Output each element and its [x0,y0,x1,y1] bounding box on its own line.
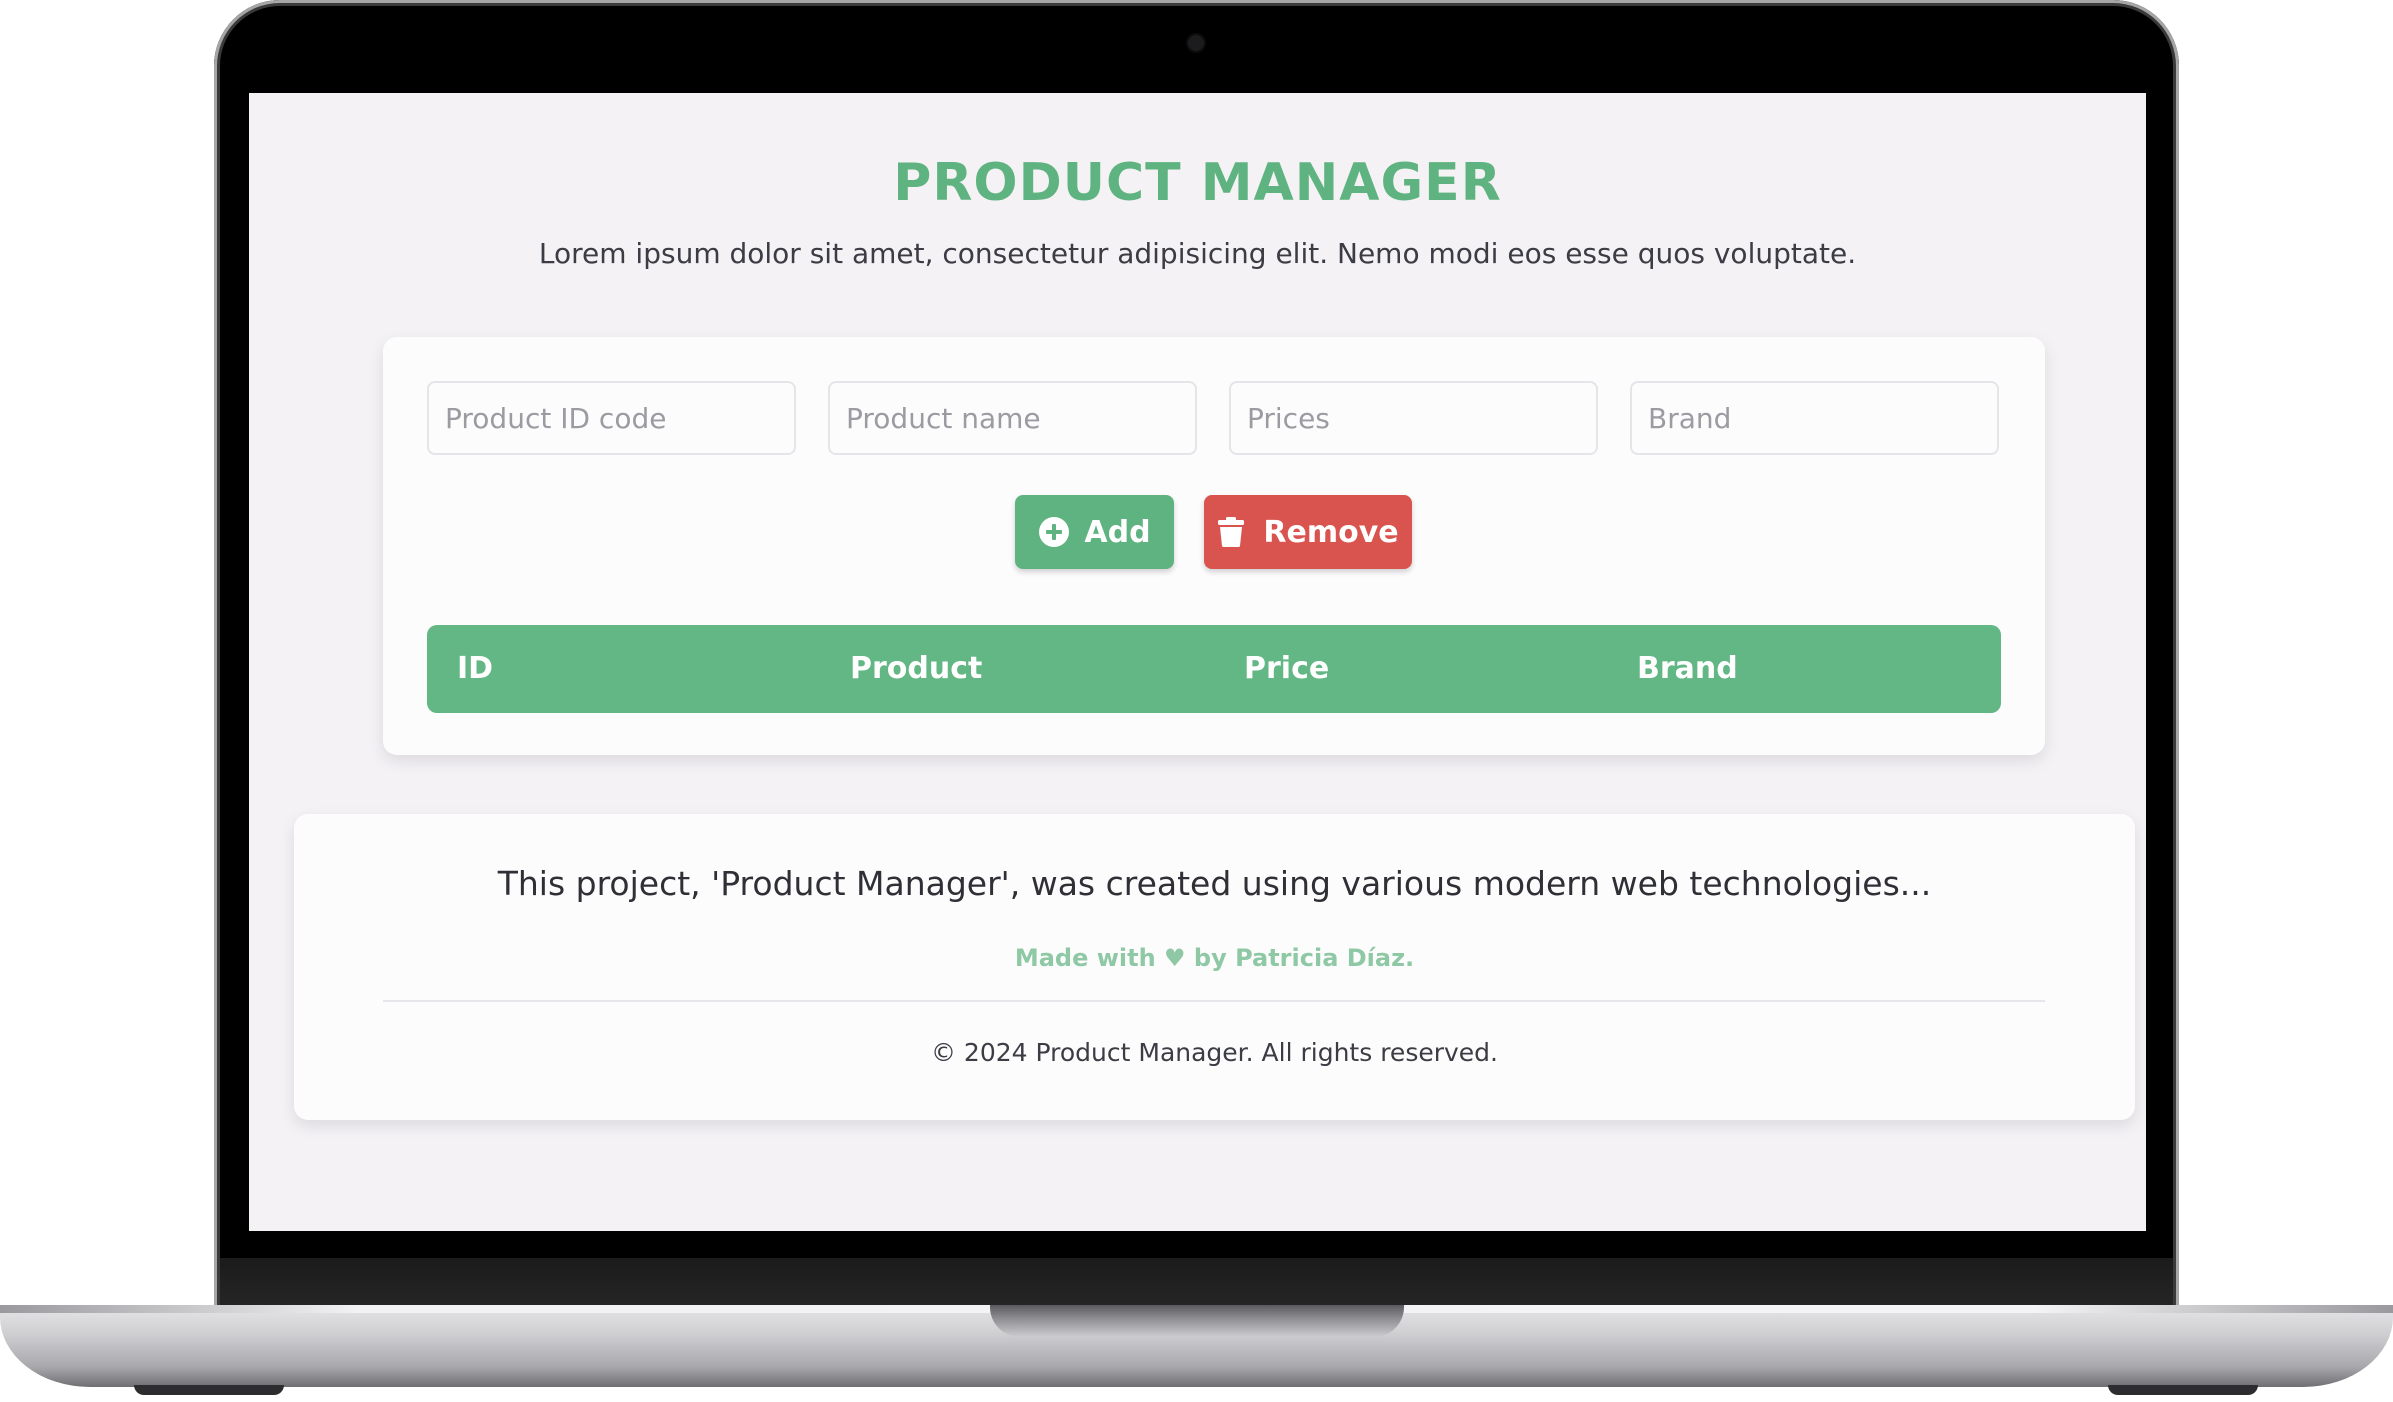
add-button[interactable]: Add [1015,495,1174,569]
author-credit: Made with ♥ by Patricia Díaz. [1014,944,1415,972]
product-name-input[interactable] [828,381,1197,455]
price-input[interactable] [1229,381,1598,455]
plus-circle-icon [1038,516,1070,548]
laptop-opening-notch [990,1305,1404,1337]
product-form-card: Add Remove ID Product Price Brand [383,337,2045,755]
product-table-header: ID Product Price Brand [427,625,2001,713]
product-id-input[interactable] [427,381,796,455]
laptop-bezel [220,1258,2173,1310]
remove-button-label: Remove [1263,514,1399,550]
laptop-foot-left [134,1385,284,1395]
column-header-product: Product [850,651,983,686]
footer-divider [383,1000,2045,1002]
brand-input[interactable] [1630,381,1999,455]
page-subtitle: Lorem ipsum dolor sit amet, consectetur … [538,237,1857,270]
footer: This project, 'Product Manager', was cre… [294,814,2135,1120]
trash-icon [1217,516,1249,548]
laptop-foot-right [2108,1385,2258,1395]
add-button-label: Add [1084,514,1151,550]
laptop-mockup: PRODUCT MANAGER Lorem ipsum dolor sit am… [0,0,2393,1402]
column-header-price: Price [1244,651,1330,686]
camera-icon [1188,35,1204,51]
project-description: This project, 'Product Manager', was cre… [497,864,1932,903]
page-title: PRODUCT MANAGER [893,153,1502,213]
column-header-brand: Brand [1637,651,1738,686]
app-screen: PRODUCT MANAGER Lorem ipsum dolor sit am… [249,93,2146,1231]
column-header-id: ID [457,651,494,686]
remove-button[interactable]: Remove [1204,495,1412,569]
copyright-text: © 2024 Product Manager. All rights reser… [930,1038,1498,1067]
